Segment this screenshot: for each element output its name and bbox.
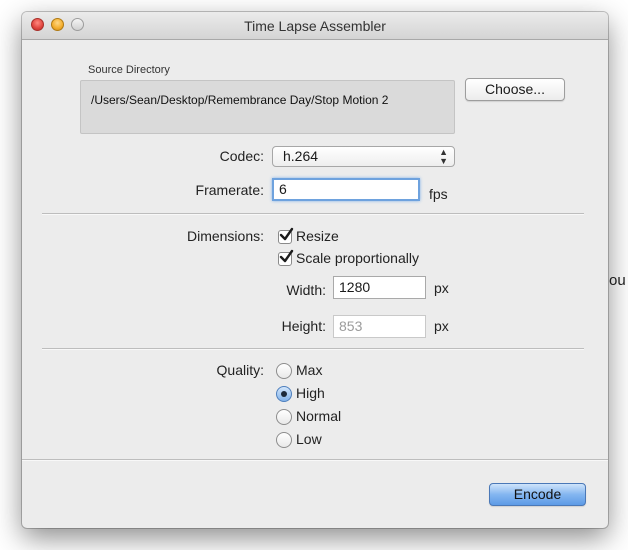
source-directory-label: Source Directory bbox=[88, 64, 170, 76]
width-input[interactable]: 1280 bbox=[333, 276, 426, 299]
select-arrows-icon: ▲ ▼ bbox=[439, 147, 448, 166]
quality-max-radio[interactable] bbox=[276, 363, 292, 379]
quality-max-label[interactable]: Max bbox=[296, 362, 322, 378]
codec-value: h.264 bbox=[283, 148, 319, 164]
quality-label: Quality: bbox=[216, 362, 264, 378]
quality-normal-label[interactable]: Normal bbox=[296, 408, 341, 424]
time-lapse-assembler-window: Time Lapse Assembler Source Directory /U… bbox=[22, 12, 608, 528]
encode-button[interactable]: Encode bbox=[489, 483, 586, 506]
width-unit: px bbox=[434, 280, 449, 296]
checkmark-icon bbox=[279, 227, 294, 241]
quality-normal-radio[interactable] bbox=[276, 409, 292, 425]
quality-low-label[interactable]: Low bbox=[296, 431, 322, 447]
quality-high-label[interactable]: High bbox=[296, 385, 325, 401]
height-unit: px bbox=[434, 318, 449, 334]
resize-label[interactable]: Resize bbox=[296, 228, 339, 244]
source-directory-path: /Users/Sean/Desktop/Remembrance Day/Stop… bbox=[80, 80, 455, 134]
quality-high-radio[interactable] bbox=[276, 386, 292, 402]
framerate-input[interactable]: 6 bbox=[272, 178, 420, 201]
choose-button[interactable]: Choose... bbox=[465, 78, 565, 101]
separator bbox=[42, 213, 584, 215]
codec-select[interactable]: h.264 ▲ ▼ bbox=[272, 146, 455, 167]
scale-proportionally-label[interactable]: Scale proportionally bbox=[296, 250, 419, 266]
background-partial-text: ou bbox=[609, 272, 626, 289]
scale-proportionally-checkbox[interactable] bbox=[278, 249, 294, 266]
height-label: Height: bbox=[281, 318, 326, 334]
separator bbox=[22, 459, 608, 461]
window-title: Time Lapse Assembler bbox=[244, 18, 386, 34]
checkmark-icon bbox=[279, 249, 294, 263]
quality-low-radio[interactable] bbox=[276, 432, 292, 448]
framerate-unit: fps bbox=[429, 186, 448, 202]
dimensions-label: Dimensions: bbox=[186, 228, 264, 244]
resize-checkbox[interactable] bbox=[278, 227, 294, 244]
width-label: Width: bbox=[286, 282, 326, 298]
separator bbox=[42, 348, 584, 350]
height-input[interactable]: 853 bbox=[333, 315, 426, 338]
framerate-label: Framerate: bbox=[195, 182, 264, 198]
codec-label: Codec: bbox=[219, 148, 264, 164]
title-bar[interactable]: Time Lapse Assembler bbox=[22, 12, 608, 40]
